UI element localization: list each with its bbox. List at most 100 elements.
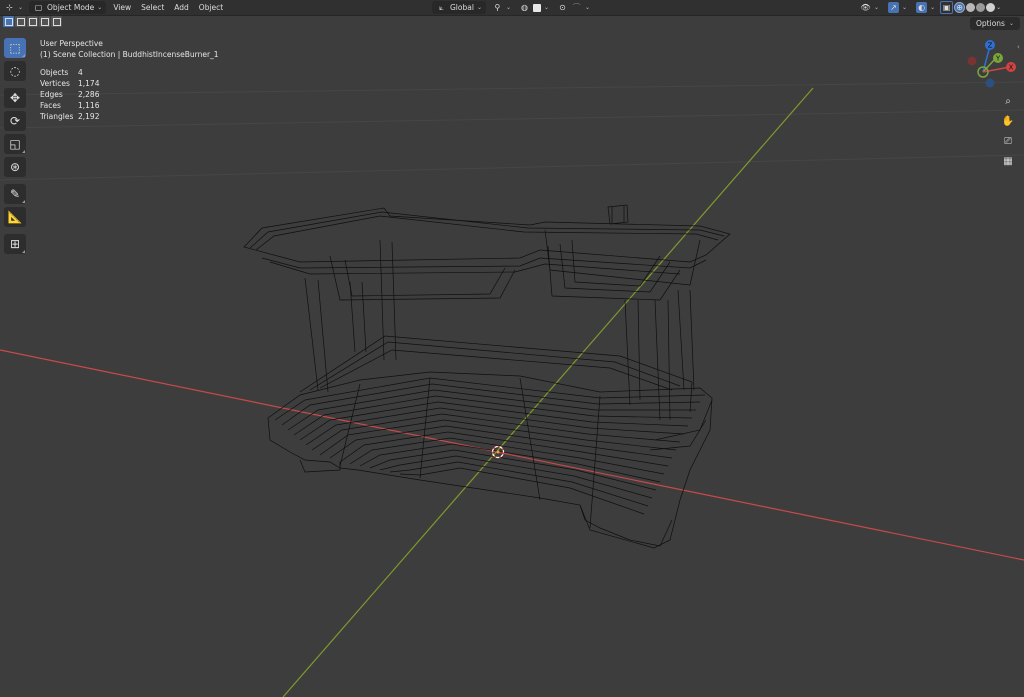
xray-toggle-icon[interactable]: ▣ [940, 1, 954, 14]
scale-icon: ◱ [9, 137, 21, 151]
stat-row: Vertices 1,174 [40, 79, 100, 88]
grid-icon: ▦ [1003, 155, 1013, 167]
measure-icon: 📐 [7, 210, 23, 224]
selection-mode-buttons [3, 16, 62, 29]
options-dropdown[interactable]: Options ⌄ [970, 17, 1020, 30]
select-box-icon: ⬚ [9, 41, 21, 55]
snap-icon: ◍ [521, 3, 528, 12]
orientation-icon: ⟀ [439, 2, 444, 12]
zoom-icon: ⌕ [1005, 95, 1011, 107]
snap-target-icon [533, 3, 541, 12]
orientation-label: Global [450, 3, 474, 12]
measure-tool[interactable]: 📐 [4, 207, 26, 227]
pivot-icon: ⚲ [494, 3, 501, 12]
cursor-tool[interactable]: ◌ [4, 61, 26, 81]
mode-select[interactable]: ▢ Object Mode ⌄ [29, 1, 107, 14]
move-icon: ✥ [9, 91, 21, 105]
move-tool[interactable]: ✥ [4, 88, 26, 108]
transform-icon: ⊛ [9, 160, 21, 174]
x-label: X [1009, 64, 1014, 72]
viewport-header: ⊹ ⌄ ▢ Object Mode ⌄ View Select Add Objec… [0, 0, 1024, 16]
material-shading-icon[interactable] [976, 3, 986, 12]
overlays-toggle[interactable]: ◐ ⌄ [912, 1, 939, 14]
mode-label: Object Mode [47, 3, 95, 12]
select-box-tool[interactable]: ⬚ [4, 38, 26, 58]
zoom-button[interactable]: ⌕ [999, 92, 1017, 110]
menu-object[interactable]: Object [194, 3, 228, 12]
x-axis-line [0, 349, 1024, 561]
rotate-tool[interactable]: ⟳ [4, 111, 26, 131]
stat-row: Triangles 2,192 [40, 112, 100, 121]
chevron-down-icon: ⌄ [544, 4, 550, 11]
chevron-down-icon: ⌄ [505, 4, 511, 11]
y-label: Y [995, 55, 1001, 63]
options-label: Options [976, 19, 1005, 28]
editor-type-button[interactable]: ⊹ ⌄ [0, 1, 27, 14]
visibility-button[interactable]: 👁 ⌄ [856, 1, 883, 14]
tool-shelf: ⬚ ◌ ✥ ⟳ ◱ ⊛ ✎ 📐 ⊞ [4, 38, 28, 257]
select-intersect-icon[interactable] [51, 16, 62, 27]
annotate-tool[interactable]: ✎ [4, 184, 26, 204]
object-mode-icon: ▢ [34, 3, 43, 12]
camera-view-button[interactable]: ⎚ [999, 132, 1017, 150]
select-invert-icon[interactable] [39, 16, 50, 27]
gizmo-toggle[interactable]: ↗ ⌄ [884, 1, 911, 14]
select-subtract-icon[interactable] [27, 16, 38, 27]
cursor-icon: ◌ [9, 64, 21, 78]
perspective-toggle-button[interactable]: ▦ [999, 152, 1017, 170]
add-cube-tool[interactable]: ⊞ [4, 234, 26, 254]
overlays-icon: ◐ [916, 2, 928, 13]
select-extend-icon[interactable] [15, 16, 26, 27]
annotate-icon: ✎ [9, 187, 21, 201]
rotate-icon: ⟳ [9, 114, 21, 128]
gizmo-icon: ↗ [888, 2, 900, 13]
stat-row: Objects 4 [40, 68, 83, 77]
select-new-icon[interactable] [3, 16, 14, 27]
navigation-gizmo[interactable]: Z Y X [966, 38, 1018, 90]
rendered-shading-icon[interactable] [986, 3, 996, 12]
menu-view[interactable]: View [108, 3, 136, 12]
scene-statistics: Objects 4 Vertices 1,174 Edges 2,286 Faces 1… [40, 67, 99, 122]
navigation-buttons: ⌕ ✋ ⎚ ▦ [999, 92, 1019, 172]
solid-shading-icon[interactable] [966, 3, 976, 12]
viewport-info: User Perspective (1) Scene Collection | … [40, 38, 219, 60]
snap-toggle[interactable]: ◍ ⌄ [515, 1, 553, 14]
camera-icon: ⎚ [1004, 135, 1012, 147]
chevron-down-icon: ⌄ [585, 4, 591, 11]
chevron-down-icon: ⌄ [476, 4, 482, 11]
neg-x-icon[interactable] [967, 56, 977, 66]
pivot-point-button[interactable]: ⚲ ⌄ [488, 1, 515, 14]
stat-row: Edges 2,286 [40, 90, 100, 99]
collection-line: (1) Scene Collection | BuddhistIncenseBu… [40, 50, 219, 59]
chevron-down-icon: ⌄ [874, 4, 880, 11]
eye-icon: 👁 [860, 3, 871, 12]
view-name: User Perspective [40, 39, 103, 48]
menu-add[interactable]: Add [169, 3, 194, 12]
incense-burner-wireframe[interactable] [243, 204, 731, 549]
chevron-down-icon: ⌄ [902, 4, 908, 11]
pan-button[interactable]: ✋ [999, 112, 1017, 130]
3d-viewport[interactable] [0, 0, 1024, 697]
chevron-down-icon: ⌄ [1008, 20, 1014, 27]
3d-viewport-icon: ⊹ [6, 3, 13, 12]
transform-tool[interactable]: ⊛ [4, 157, 26, 177]
chevron-down-icon: ⌄ [930, 4, 936, 11]
stat-row: Faces 1,116 [40, 101, 100, 110]
y-axis-line [282, 87, 814, 697]
chevron-down-icon: ⌄ [97, 4, 103, 11]
scale-tool[interactable]: ◱ [4, 134, 26, 154]
hand-icon: ✋ [1001, 115, 1015, 127]
floor-grid [0, 81, 1024, 181]
neg-z-icon[interactable] [985, 78, 995, 88]
wireframe-shading-icon[interactable]: ⊕ [954, 2, 966, 13]
proportional-edit-icon: ⊙ [559, 3, 566, 12]
menu-select[interactable]: Select [136, 3, 169, 12]
z-label: Z [988, 42, 993, 50]
chevron-down-icon: ⌄ [18, 4, 24, 11]
transform-orientation-select[interactable]: ⟀ Global ⌄ [432, 1, 486, 14]
proportional-edit-toggle[interactable]: ⊙ ⌒ ⌄ [553, 1, 594, 14]
shading-options-chevron[interactable]: ⌄ [996, 4, 1001, 11]
viewport-canvas[interactable] [0, 0, 1024, 697]
falloff-icon: ⌒ [572, 3, 581, 12]
add-cube-icon: ⊞ [9, 237, 21, 251]
